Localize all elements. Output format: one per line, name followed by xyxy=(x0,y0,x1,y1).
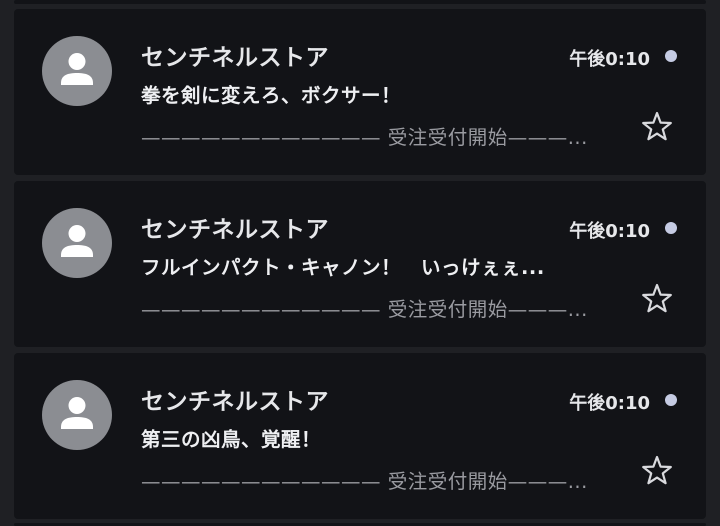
message-preview: ———————————— 受注受付開始———... xyxy=(141,126,588,149)
star-button[interactable] xyxy=(640,454,674,488)
unread-dot-icon xyxy=(665,50,677,62)
message-subject: 拳を剣に変えろ、ボクサー！ xyxy=(141,84,402,107)
message-list: センチネルストア 午後0:10 拳を剣に変えろ、ボクサー！ ——————————… xyxy=(0,0,720,526)
sender-name: センチネルストア xyxy=(141,45,329,71)
message-card[interactable]: センチネルストア 午後0:10 フルインパクト・キャノン！ いっけぇぇ... —… xyxy=(14,181,706,347)
person-icon xyxy=(61,397,93,429)
timestamp: 午後0:10 xyxy=(569,221,650,242)
star-outline-icon xyxy=(642,111,672,141)
message-preview: ———————————— 受注受付開始———... xyxy=(141,470,588,493)
star-button[interactable] xyxy=(640,110,674,144)
unread-dot-icon xyxy=(665,222,677,234)
star-button[interactable] xyxy=(640,282,674,316)
message-card[interactable]: センチネルストア 午後0:10 第三の凶鳥、覚醒！ ———————————— 受… xyxy=(14,353,706,519)
previous-message-card-edge[interactable] xyxy=(14,0,706,4)
message-subject: 第三の凶鳥、覚醒！ xyxy=(141,428,322,451)
sender-name: センチネルストア xyxy=(141,389,329,415)
timestamp: 午後0:10 xyxy=(569,49,650,70)
unread-dot-icon xyxy=(665,394,677,406)
star-outline-icon xyxy=(642,455,672,485)
person-icon xyxy=(61,53,93,85)
sender-avatar xyxy=(42,36,112,106)
message-preview: ———————————— 受注受付開始———... xyxy=(141,298,588,321)
message-card[interactable]: センチネルストア 午後0:10 拳を剣に変えろ、ボクサー！ ——————————… xyxy=(14,9,706,175)
message-subject: フルインパクト・キャノン！ いっけぇぇ... xyxy=(141,256,545,279)
star-outline-icon xyxy=(642,283,672,313)
sender-avatar xyxy=(42,380,112,450)
sender-avatar xyxy=(42,208,112,278)
sender-name: センチネルストア xyxy=(141,217,329,243)
timestamp: 午後0:10 xyxy=(569,393,650,414)
person-icon xyxy=(61,225,93,257)
